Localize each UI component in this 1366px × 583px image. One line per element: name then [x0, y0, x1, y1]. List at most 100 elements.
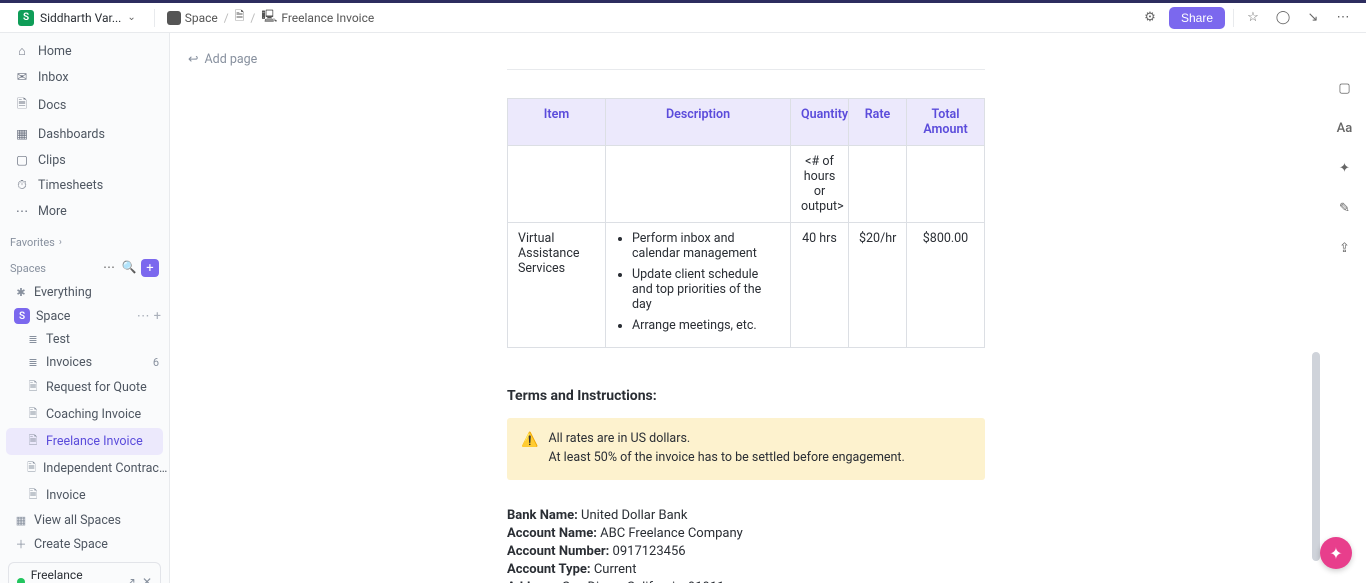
sidebar-nav-item[interactable]: 🗎Docs	[0, 90, 169, 121]
top-bar: S Siddharth Var... ⌄ Space / 🗎 / 🖳 Freel…	[0, 3, 1366, 33]
nav-item-icon: ▢	[14, 152, 30, 168]
table-row[interactable]: <# of hours or output>	[508, 146, 985, 223]
divider	[154, 9, 155, 27]
add-page-button[interactable]: ↩ Add page	[188, 51, 257, 67]
document-content: ↩ Add page Item Description Quantity Rat…	[170, 33, 1322, 583]
sidebar-tree-item[interactable]: 🗎Independent Contractor Inv...	[0, 455, 169, 482]
settings-icon[interactable]: ⚙	[1139, 7, 1161, 29]
close-icon[interactable]: ✕	[142, 575, 152, 583]
sidebar-favorites-header[interactable]: Favorites ›	[0, 230, 169, 253]
sidebar-tree-item[interactable]: 🗎Request for Quote	[0, 374, 169, 401]
count-badge: 6	[153, 356, 169, 369]
add-space-button[interactable]: +	[141, 259, 159, 277]
breadcrumb-doc-label: Freelance Invoice	[281, 11, 374, 25]
sidebar-nav-item[interactable]: ▢Clips	[0, 147, 169, 173]
account-number-label: Account Number:	[507, 544, 609, 559]
th-quantity: Quantity	[791, 99, 849, 146]
nav-item-icon: 🗎	[14, 95, 30, 116]
fab-button[interactable]: ✦	[1320, 537, 1352, 569]
cell-total	[907, 146, 985, 223]
terms-heading: Terms and Instructions:	[507, 388, 985, 404]
cell-quantity: 40 hrs	[791, 223, 849, 348]
sidebar-tree-item[interactable]: ≣Invoices6	[0, 351, 169, 374]
nav-item-label: Dashboards	[38, 127, 105, 142]
sidebar-nav-item[interactable]: ▦Dashboards	[0, 121, 169, 147]
bank-name-value: United Dollar Bank	[581, 508, 687, 523]
sidebar-tree-item[interactable]: 🗎Freelance Invoice	[6, 428, 163, 455]
tree-item-icon: ≣	[26, 333, 40, 346]
sidebar-nav-item[interactable]: ⌂ Home	[0, 39, 169, 64]
right-rail: ▢ Aa ✦ ✎ ⇪	[1322, 33, 1366, 583]
sidebar-spaces-header: Spaces ⋯ 🔍 +	[0, 253, 169, 281]
cell-quantity: <# of hours or output>	[791, 146, 849, 223]
breadcrumb-separator: /	[224, 11, 229, 25]
space-label: Space	[36, 309, 70, 324]
nav-item-icon: ⋯	[14, 203, 30, 219]
th-total: Total Amount	[907, 99, 985, 146]
sidebar-nav-item[interactable]: ⏱Timesheets	[0, 173, 169, 198]
download-icon[interactable]: ↘	[1302, 7, 1324, 29]
tree-item-label: Test	[46, 332, 70, 347]
bank-name-label: Bank Name:	[507, 508, 578, 523]
tree-item-icon: 🗎	[26, 378, 40, 397]
nav-item-label: Home	[38, 44, 72, 59]
doc-chip-label: Freelance Invoice	[31, 568, 120, 583]
search-icon[interactable]: 🔍	[121, 259, 137, 275]
sidebar-item-everything[interactable]: ✱ Everything	[0, 281, 169, 304]
breadcrumb-space[interactable]: Space	[167, 11, 218, 25]
sidebar-tree-item[interactable]: 🗎 Coaching Invoice	[0, 401, 169, 428]
plus-icon[interactable]: +	[154, 309, 161, 324]
tree-item-label: Coaching Invoice	[46, 407, 141, 422]
scrollbar[interactable]	[1310, 33, 1322, 583]
workspace-switcher[interactable]: S Siddharth Var... ⌄	[12, 7, 142, 29]
view-all-spaces-label: View all Spaces	[34, 513, 121, 528]
workspace-name: Siddharth Var...	[40, 11, 121, 25]
tree-item-icon: 🗎	[26, 405, 40, 424]
open-external-icon[interactable]: ↗	[126, 575, 136, 583]
th-description: Description	[606, 99, 791, 146]
bank-details: Bank Name: United Dollar Bank Account Na…	[507, 508, 985, 583]
breadcrumb-space-label: Space	[185, 11, 218, 25]
tree-item-icon: ≣	[26, 356, 40, 369]
sidebar-nav-item[interactable]: ⋯More	[0, 198, 169, 224]
description-bullet: Update client schedule and top prioritie…	[632, 267, 780, 312]
table-row[interactable]: Virtual Assistance ServicesPerform inbox…	[508, 223, 985, 348]
doc-icon: 🗎	[235, 7, 245, 28]
breadcrumb-list[interactable]: 🗎	[235, 7, 245, 28]
wand-icon[interactable]: ✎	[1334, 197, 1356, 219]
sidebar-view-all-spaces[interactable]: ▦ View all Spaces	[0, 509, 169, 532]
sidebar-tree: ✱ Everything S Space ⋯ + ≣ Test ≣Invoices6…	[0, 281, 169, 556]
nav-item-icon: ⌂	[14, 44, 30, 59]
divider	[507, 69, 985, 70]
export-icon[interactable]: ⇪	[1334, 237, 1356, 259]
grid-icon: ▦	[14, 514, 28, 527]
add-page-label: Add page	[204, 52, 257, 67]
tree-item-label: Invoice	[46, 488, 86, 503]
nav-item-label: Inbox	[38, 70, 69, 85]
more-icon[interactable]: ⋯	[101, 259, 117, 275]
panel-icon[interactable]: ▢	[1334, 77, 1356, 99]
cell-description: Perform inbox and calendar managementUpd…	[606, 223, 791, 348]
share-button[interactable]: Share	[1169, 7, 1225, 29]
sidebar-item-space[interactable]: S Space ⋯ +	[0, 304, 169, 328]
breadcrumb-doc[interactable]: 🖳 Freelance Invoice	[261, 7, 374, 28]
sidebar-nav-item[interactable]: ✉ Inbox	[0, 64, 169, 90]
everything-icon: ✱	[14, 286, 28, 299]
sidebar-create-space[interactable]: ＋ Create Space	[0, 532, 169, 556]
breadcrumb-separator: /	[250, 11, 255, 25]
star-icon[interactable]: ☆	[1242, 7, 1264, 29]
chevron-down-icon: ⌄	[127, 12, 135, 23]
sidebar-tree-item[interactable]: ≣ Test	[0, 328, 169, 351]
more-icon[interactable]: ⋯	[1332, 7, 1354, 29]
address-label: Address:	[507, 580, 559, 583]
plus-icon: ＋	[14, 536, 28, 552]
more-icon[interactable]: ⋯	[137, 309, 150, 324]
account-name-value: ABC Freelance Company	[600, 526, 743, 541]
ai-icon[interactable]: ✦	[1334, 157, 1356, 179]
nav-item-icon: ✉	[14, 69, 30, 85]
sidebar-tree-item[interactable]: 🗎Invoice	[0, 482, 169, 509]
typography-icon[interactable]: Aa	[1334, 117, 1356, 139]
comment-icon[interactable]: ◯	[1272, 7, 1294, 29]
account-type-label: Account Type:	[507, 562, 591, 577]
open-doc-chip[interactable]: Freelance Invoice ↗ ✕	[8, 562, 161, 583]
